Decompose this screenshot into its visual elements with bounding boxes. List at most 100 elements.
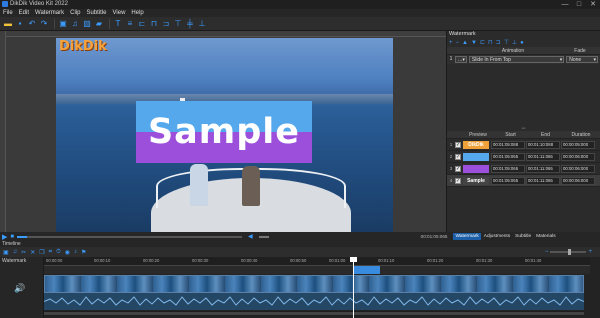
text-icon[interactable]: T [113,19,123,29]
menu-file[interactable]: File [3,9,13,17]
playhead[interactable] [350,257,357,318]
duration-field[interactable]: 00:00:05:000 [561,140,595,149]
speed-icon[interactable]: ⏱ [56,249,61,256]
row-checkbox[interactable]: ✓ [455,165,461,172]
tab-materials[interactable]: Materials [534,233,557,240]
menu-help[interactable]: Help [131,9,143,17]
start-time-field[interactable]: 00:01:05:065 [491,164,525,173]
end-time-field[interactable]: 00:01:11:065 [526,152,560,161]
add-clip-icon[interactable]: ▣ [3,249,9,256]
align-center-icon[interactable]: ⊓ [149,19,159,29]
undo-icon[interactable]: ↶ [27,19,37,29]
menu-edit[interactable]: Edit [19,9,29,17]
zoom-slider[interactable] [550,249,587,255]
align-top-icon[interactable]: ⊤ [504,39,509,46]
close-button[interactable]: ✕ [586,0,600,9]
row-checkbox[interactable]: ✓ [455,153,461,160]
row-preview-purple-bar [463,164,489,173]
tab-adjustments[interactable]: Adjustments [482,233,512,240]
row-checkbox[interactable]: ✓ [455,177,461,184]
save-icon[interactable]: ▪ [15,19,25,29]
menu-view[interactable]: View [113,9,126,17]
row-checkbox[interactable]: ✓ [455,141,461,148]
crop-icon[interactable]: ⌗ [49,249,52,256]
align-middle-icon[interactable]: ╪ [185,19,195,29]
align-center-icon[interactable]: ⊓ [488,39,493,46]
animation-select[interactable]: Slide In From Top [468,56,565,63]
menu-clip[interactable]: Clip [70,9,80,17]
watermark-row[interactable]: 3 ✓ 00:01:05:065 00:01:11:065 00:00:06:0… [447,163,600,175]
menu-subtitle[interactable]: Subtitle [86,9,106,17]
seek-bar[interactable] [17,235,243,238]
time-ruler[interactable]: 00:00:00 00:00:10 00:00:20 00:00:30 00:0… [44,257,590,266]
fade-column-header: Fade [574,48,586,54]
image-icon[interactable]: ▨ [82,19,92,29]
watermark-clip-range[interactable] [353,266,380,274]
menu-bar: File Edit Watermark Clip Subtitle View H… [0,9,600,17]
stop-icon[interactable]: ■ [10,234,14,240]
zoom-knob[interactable] [568,249,572,255]
fade-select[interactable]: None [566,56,598,63]
align-right-icon[interactable]: ⊐ [161,19,171,29]
speaker-icon[interactable]: 🔊 [14,283,25,294]
video-clip-track[interactable] [44,275,584,293]
maximize-button[interactable]: □ [572,0,586,9]
align-bottom-icon[interactable]: ⊥ [512,39,517,46]
menu-watermark[interactable]: Watermark [35,9,64,17]
duration-field[interactable]: 00:00:06:000 [561,176,595,185]
scrollbar-thumb[interactable] [44,312,584,315]
start-time-field[interactable]: 00:01:05:065 [491,176,525,185]
add-icon[interactable]: + [449,40,453,46]
mic-icon[interactable]: ♪ [74,249,77,255]
align-top-icon[interactable]: ⊤ [173,19,183,29]
tab-watermark[interactable]: Watermark [453,233,481,240]
playhead-handle[interactable] [350,257,357,262]
start-time-field[interactable]: 00:01:05:088 [491,140,525,149]
minimize-button[interactable]: — [558,0,572,9]
zoom-out-icon[interactable]: − [545,249,549,255]
add-audio-icon[interactable]: ♫ [13,249,18,255]
panel-toolbar: + − ▲ ▼ ⊏ ⊓ ⊐ ⊤ ⊥ ● [447,38,600,47]
delete-icon[interactable]: ✕ [30,249,35,256]
tab-subtitle[interactable]: Subtitle [513,233,533,240]
end-time-field[interactable]: 00:01:11:065 [526,164,560,173]
duration-field[interactable]: 00:00:06:000 [561,152,595,161]
watermark-track[interactable] [44,266,590,274]
copy-icon[interactable]: ❐ [39,249,44,256]
volume-icon[interactable]: ◀ [248,233,253,240]
redo-icon[interactable]: ↷ [39,19,49,29]
align-bottom-icon[interactable]: ⊥ [197,19,207,29]
duration-field[interactable]: 00:00:06:000 [561,164,595,173]
start-time-field[interactable]: 00:01:05:065 [491,152,525,161]
logo-watermark[interactable]: DikDik [59,39,107,54]
video-preview[interactable]: DikDik Sample [56,38,393,232]
settings-icon[interactable]: ● [520,40,524,46]
zoom-in-icon[interactable]: + [588,249,592,255]
volume-slider[interactable] [258,235,269,238]
audio-waveform[interactable] [44,293,584,310]
shape-icon[interactable]: ▰ [94,19,104,29]
marker-icon[interactable]: ⚑ [81,249,86,256]
video-icon[interactable]: ▣ [58,19,68,29]
move-down-icon[interactable]: ▼ [471,40,477,46]
open-folder-icon[interactable]: ▬ [3,19,13,29]
remove-icon[interactable]: − [456,40,460,46]
snapshot-icon[interactable]: ◉ [65,249,70,256]
watermark-row-selected[interactable]: 4 ✓ Sample 00:01:05:065 00:01:11:065 00:… [447,175,600,187]
play-icon[interactable]: ▶ [2,233,7,241]
align-left-icon[interactable]: ⊏ [480,39,485,46]
watermark-row[interactable]: 1 ✓ DikDik 00:01:05:088 00:01:10:088 00:… [447,139,600,151]
end-time-field[interactable]: 00:01:10:088 [526,140,560,149]
watermark-row[interactable]: 2 ✓ 00:01:05:065 00:01:11:065 00:00:06:0… [447,151,600,163]
align-right-icon[interactable]: ⊐ [496,39,501,46]
preview-column-header: Preview [469,132,487,138]
audio-icon[interactable]: ♫ [70,19,80,29]
subtitle-icon[interactable]: ≡ [125,19,135,29]
sample-watermark[interactable]: Sample [136,101,312,163]
end-time-field[interactable]: 00:01:11:065 [526,176,560,185]
timeline-scrollbar[interactable] [44,311,584,316]
move-up-icon[interactable]: ▲ [462,40,468,46]
split-icon[interactable]: ✂ [21,249,26,256]
align-left-icon[interactable]: ⊏ [137,19,147,29]
in-style-select[interactable]: ... [454,56,467,63]
